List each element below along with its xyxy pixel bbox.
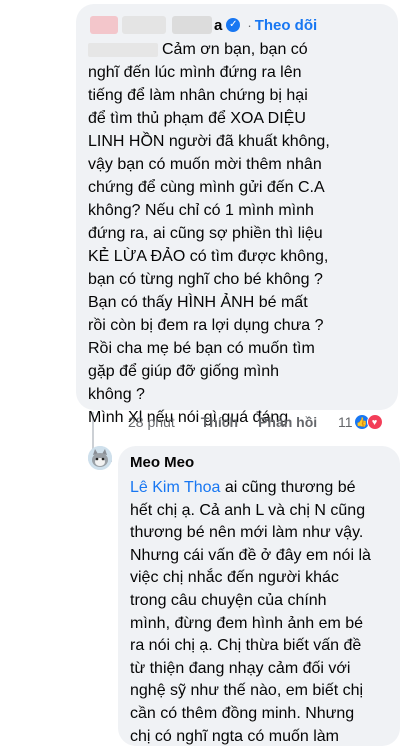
separator-dot: · (247, 17, 252, 33)
mention-link[interactable]: Lê Kim Thoa (130, 479, 220, 496)
comment-actions: 28 phút Thích Phản hồi (128, 414, 337, 430)
reaction-count: 11 (338, 414, 353, 430)
blurred-mention (88, 42, 158, 57)
reply-author[interactable]: Meo Meo (130, 453, 388, 473)
blurred-author-name (172, 16, 212, 34)
comment-time[interactable]: 28 phút (128, 414, 175, 430)
comment-bubble: a ✓ · Theo dõi Cảm ơn bạn, bạn có nghĩ đ… (76, 4, 398, 426)
reply-bubble: Meo Meo Lê Kim Thoa ai cũng thương bé hế… (118, 446, 400, 746)
verified-check-icon: ✓ (226, 18, 241, 32)
love-reaction-icon: ♥ (366, 414, 383, 430)
like-button[interactable]: Thích (201, 414, 238, 430)
reply-button[interactable]: Phản hồi (258, 414, 317, 430)
cat-avatar[interactable] (88, 446, 112, 470)
comment-author-row: a ✓ · Theo dõi (88, 12, 386, 38)
reaction-summary[interactable]: 11 👍 ♥ (338, 414, 383, 430)
reply-text: Lê Kim Thoa ai cũng thương bé hết chị ạ.… (130, 479, 371, 745)
blurred-author-name (90, 16, 118, 34)
blurred-author-name (122, 16, 166, 34)
comment-text: Cảm ơn bạn, bạn có nghĩ đến lúc mình đứn… (88, 41, 330, 426)
author-name-tail[interactable]: a (214, 17, 222, 34)
follow-button[interactable]: Theo dõi (255, 17, 318, 34)
